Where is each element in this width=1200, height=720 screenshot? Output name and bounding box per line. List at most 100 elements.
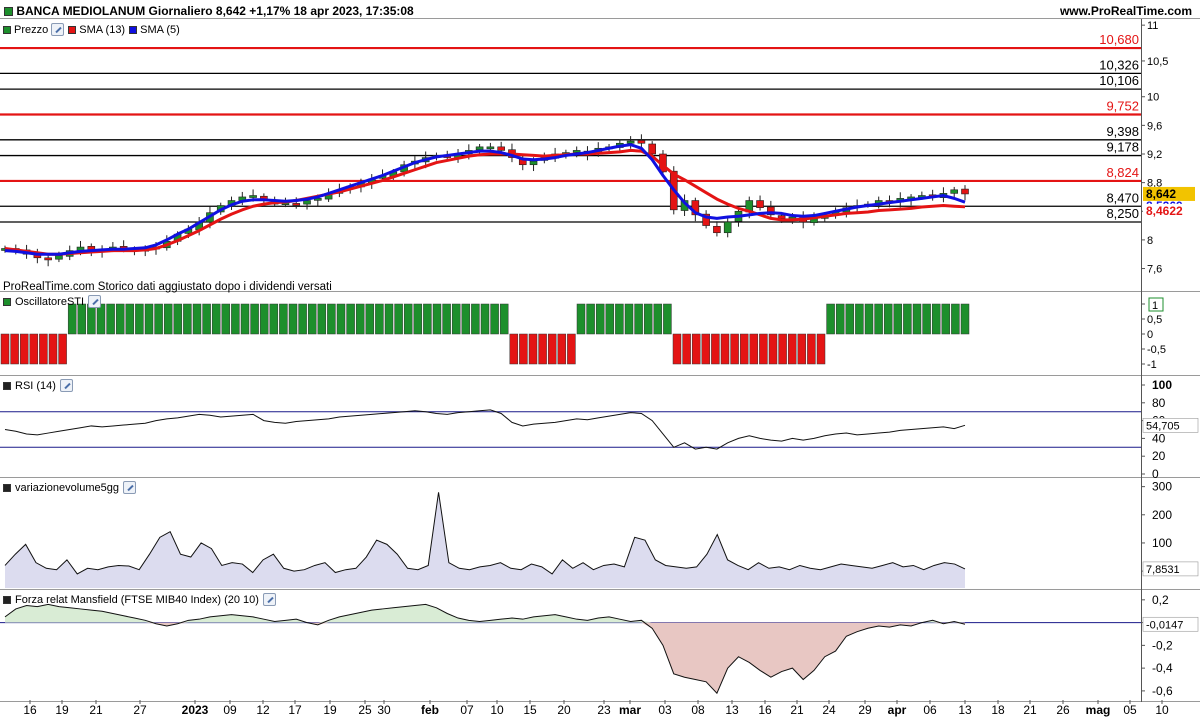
sti-last-label: 1: [1152, 300, 1158, 312]
x-tick-label: 16: [23, 703, 37, 717]
x-tick-label: 06: [923, 703, 937, 717]
sti-bar: [701, 333, 711, 365]
sti-bar: [221, 303, 231, 335]
candle-body: [648, 143, 656, 155]
price-y-tick-label: 10: [1147, 92, 1159, 104]
candle-body: [497, 146, 505, 151]
sti-bar: [423, 303, 432, 335]
last-price-label: 8,642: [1146, 187, 1176, 201]
legend-item-sma5[interactable]: SMA (5): [129, 24, 180, 36]
legend-swatch-rsi: [3, 381, 11, 390]
candle-body: [723, 221, 732, 234]
sti-bar: [807, 333, 816, 365]
legend-label-mansfield: Forza relat Mansfield (FTSE MIB40 Index)…: [15, 593, 259, 606]
chart-title: BANCA MEDIOLANUM Giornaliero 8,642 +1,17…: [16, 4, 414, 18]
x-tick-label: 27: [133, 703, 147, 717]
legend-swatch-sma5: [129, 25, 138, 34]
x-tick-label: 08: [691, 703, 705, 717]
level-label: 8,824: [1106, 165, 1139, 180]
sti-bar: [826, 303, 835, 335]
sti-bar: [874, 303, 883, 335]
rsi-last-label: 54,705: [1146, 420, 1180, 432]
sti-bar: [346, 303, 355, 335]
sti-bar: [39, 333, 48, 365]
legend-label-rsi: RSI (14): [15, 379, 56, 392]
wrench-icon[interactable]: [59, 379, 73, 392]
x-tick-label: 30: [377, 703, 391, 717]
sti-bar: [567, 333, 576, 365]
candle-body: [249, 195, 257, 198]
x-tick-label: 07: [460, 703, 474, 717]
x-tick-label: 12: [256, 703, 270, 717]
sti-bar: [528, 333, 538, 365]
chart-title-bar: BANCA MEDIOLANUM Giornaliero 8,642 +1,17…: [4, 4, 414, 18]
chart-root: 7,688,48,89,29,61010,51110,68010,32610,1…: [0, 0, 1200, 720]
x-tick-label: mag: [1086, 703, 1111, 717]
wrench-icon[interactable]: [122, 481, 136, 494]
wrench-icon[interactable]: [51, 23, 65, 36]
x-tick-label: 19: [323, 703, 337, 717]
vol-y-tick-label: 300: [1152, 480, 1172, 494]
legend-swatch-mansfield: [3, 595, 11, 604]
sti-y-tick-label: -1: [1147, 359, 1157, 371]
sti-bar: [336, 303, 346, 335]
price-legend: Prezzo SMA (13) SMA (5): [3, 22, 180, 37]
sti-bar: [759, 333, 768, 365]
candle-body: [637, 140, 646, 144]
level-label: 9,398: [1106, 124, 1139, 139]
mansfield-legend[interactable]: Forza relat Mansfield (FTSE MIB40 Index)…: [3, 592, 276, 607]
sti-bar: [154, 303, 163, 335]
rsi-legend[interactable]: RSI (14): [3, 378, 73, 393]
vol-area: [5, 492, 965, 588]
candle-body: [55, 255, 63, 260]
sti-bar: [893, 303, 903, 335]
chart-canvas: 7,688,48,89,29,61010,51110,68010,32610,1…: [0, 18, 1200, 717]
vol-y-tick-label: 100: [1152, 536, 1172, 550]
legend-label-vol: variazionevolume5gg: [15, 481, 119, 494]
wrench-icon[interactable]: [88, 295, 102, 308]
mansfield-y-tick-label: -0,2: [1152, 638, 1173, 652]
level-label: 9,752: [1106, 98, 1139, 113]
level-label: 9,178: [1106, 140, 1139, 155]
mansfield-last-label: -0,0147: [1146, 619, 1183, 631]
sti-bar: [394, 303, 403, 335]
sti-bar: [855, 303, 864, 335]
sti-bar: [279, 303, 288, 335]
sti-bar: [922, 303, 931, 335]
sti-bar: [883, 303, 893, 335]
wrench-icon[interactable]: [262, 593, 276, 606]
sti-bar: [0, 333, 10, 365]
legend-item-price[interactable]: Prezzo: [3, 23, 65, 36]
sti-bar: [816, 333, 826, 365]
sti-bar: [797, 333, 807, 365]
vol-y-tick-label: 200: [1152, 508, 1172, 522]
x-tick-label: 16: [758, 703, 772, 717]
sti-bar: [183, 303, 192, 335]
sti-legend[interactable]: OscillatoreSTI: [3, 294, 102, 309]
sma13-last-label: 8,4622: [1146, 204, 1183, 218]
x-tick-label: 21: [790, 703, 804, 717]
sti-bar: [327, 303, 336, 335]
sti-bar: [845, 303, 855, 335]
rsi-y-tick-label: 40: [1152, 431, 1166, 445]
sti-bars-group: [0, 303, 970, 365]
x-tick-label: apr: [888, 703, 907, 717]
sti-bar: [912, 303, 922, 335]
sti-bar: [663, 303, 672, 335]
x-tick-label: feb: [421, 703, 439, 717]
sti-bar: [192, 303, 202, 335]
sti-bar: [624, 303, 634, 335]
x-tick-label: 21: [1023, 703, 1037, 717]
legend-label-sma13: SMA (13): [79, 23, 126, 36]
legend-item-sma13[interactable]: SMA (13): [68, 24, 125, 36]
candle-body: [292, 203, 301, 206]
sti-bar: [509, 333, 519, 365]
sti-bar: [413, 303, 423, 335]
vol-legend[interactable]: variazionevolume5gg: [3, 480, 136, 495]
candle-body: [572, 150, 581, 153]
site-label[interactable]: www.ProRealTime.com: [1060, 4, 1192, 18]
sti-y-tick-label: 0: [1147, 329, 1153, 341]
candle-body: [303, 200, 311, 205]
sti-bar: [202, 303, 211, 335]
sti-bar: [231, 303, 240, 335]
